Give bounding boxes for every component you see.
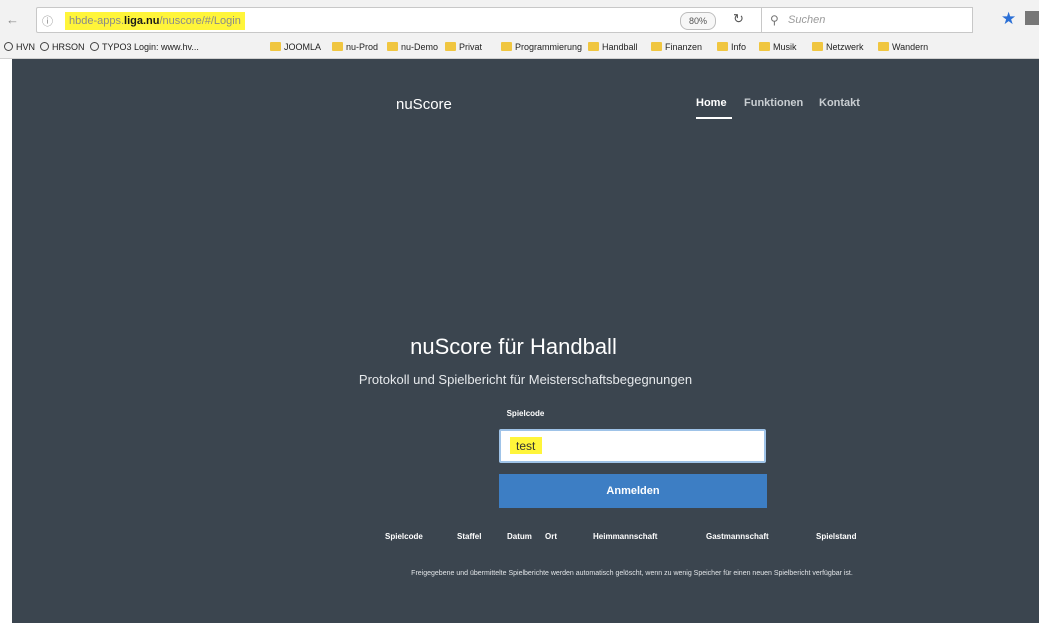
url-host: liga.nu — [124, 15, 160, 27]
back-arrow-icon[interactable]: ← — [6, 12, 19, 27]
column-staffel: Staffel — [457, 532, 482, 541]
search-box[interactable]: ⚲ Suchen — [761, 7, 973, 33]
bookmark-item[interactable]: JOOMLA — [270, 42, 321, 52]
hero-title-text: nuScore für Handball — [410, 334, 617, 359]
url-path: /nuscore/#/Login — [159, 15, 241, 27]
bookmark-item[interactable]: TYPO3 Login: www.hv... — [90, 42, 199, 52]
bookmark-label: TYPO3 Login: www.hv... — [102, 42, 199, 52]
column-gastmannschaft: Gastmannschaft — [706, 532, 769, 541]
bookmark-label: Musik — [773, 42, 797, 52]
spielcode-input[interactable] — [499, 429, 766, 463]
search-icon: ⚲ — [770, 13, 779, 27]
auto-delete-notice: Freigegebene und übermittelte Spielberic… — [411, 570, 853, 577]
bookmark-label: Netzwerk — [826, 42, 864, 52]
bookmark-item[interactable]: Musik — [759, 42, 797, 52]
folder-icon — [270, 42, 281, 51]
nav-home-link[interactable]: Home — [696, 97, 727, 109]
login-button[interactable]: Anmelden — [499, 474, 767, 508]
nav-active-underline — [696, 117, 732, 119]
folder-icon — [651, 42, 662, 51]
bookmark-item[interactable]: Finanzen — [651, 42, 702, 52]
folder-icon — [387, 42, 398, 51]
bookmark-item[interactable]: Info — [717, 42, 746, 52]
folder-icon — [812, 42, 823, 51]
bookmark-label: HVN — [16, 42, 36, 52]
bookmark-item[interactable]: nu-Prod — [332, 42, 378, 52]
zoom-level-badge[interactable]: 80% — [680, 12, 716, 30]
hero-title: nuScore für Handball — [0, 334, 1027, 360]
nav-funktionen-link[interactable]: Funktionen — [744, 97, 803, 109]
bookmark-item[interactable]: Wandern — [878, 42, 928, 52]
reload-icon[interactable]: ↻ — [733, 11, 744, 27]
column-spielcode: Spielcode — [385, 532, 423, 541]
library-icon[interactable] — [1025, 11, 1039, 25]
bookmark-item[interactable]: Programmierung — [501, 42, 582, 52]
info-icon[interactable]: ⓘ — [42, 13, 53, 29]
bookmark-label: Info — [731, 42, 747, 52]
bookmark-label: Finanzen — [665, 42, 703, 52]
bookmark-label: JOOMLA — [284, 42, 322, 52]
bookmarks-bar: HVN HRSON TYPO3 Login: www.hv... JOOMLA nu-P… — [0, 38, 1039, 59]
folder-icon — [501, 42, 512, 51]
browser-toolbar: ← ⓘ hbde-apps.liga.nu/nuscore/#/Login 80… — [0, 0, 1039, 38]
folder-icon — [332, 42, 343, 51]
bookmark-item[interactable]: HVN — [4, 42, 35, 52]
bookmark-star-icon[interactable]: ★ — [1001, 9, 1016, 29]
spielcode-label: Spielcode — [506, 409, 545, 418]
folder-icon — [588, 42, 599, 51]
bookmark-label: Handball — [602, 42, 638, 52]
bookmark-label: Programmierung — [515, 42, 583, 52]
bookmark-label: nu-Demo — [401, 42, 439, 52]
bookmark-label: Wandern — [892, 42, 929, 52]
bookmark-item[interactable]: Handball — [588, 42, 638, 52]
bookmark-item[interactable]: HRSON — [40, 42, 85, 52]
page-viewport: nuScore Home Funktionen Kontakt nuScore … — [0, 59, 1039, 623]
bookmark-item[interactable]: Netzwerk — [812, 42, 864, 52]
url-prefix: hbde-apps. — [69, 15, 125, 27]
column-spielstand: Spielstand — [816, 532, 857, 541]
folder-icon — [878, 42, 889, 51]
globe-icon — [90, 42, 99, 51]
column-datum: Datum — [507, 532, 532, 541]
search-placeholder: Suchen — [788, 14, 826, 26]
bookmark-label: HRSON — [52, 42, 85, 52]
globe-icon — [40, 42, 49, 51]
site-brand[interactable]: nuScore — [396, 96, 452, 113]
bookmark-item[interactable]: nu-Demo — [387, 42, 438, 52]
folder-icon — [717, 42, 728, 51]
bookmark-item[interactable]: Privat — [445, 42, 482, 52]
globe-icon — [4, 42, 13, 51]
folder-icon — [759, 42, 770, 51]
folder-icon — [445, 42, 456, 51]
column-ort: Ort — [545, 532, 557, 541]
bookmark-label: Privat — [459, 42, 483, 52]
nav-kontakt-link[interactable]: Kontakt — [819, 97, 860, 109]
browser-window: ← ⓘ hbde-apps.liga.nu/nuscore/#/Login 80… — [0, 0, 1039, 623]
column-heimmannschaft: Heimmannschaft — [593, 532, 658, 541]
hero-subtitle: Protokoll und Spielbericht für Meistersc… — [358, 372, 693, 387]
bookmark-label: nu-Prod — [346, 42, 379, 52]
nuscore-page: nuScore Home Funktionen Kontakt nuScore … — [12, 59, 1039, 623]
url-text[interactable]: hbde-apps.liga.nu/nuscore/#/Login — [65, 12, 245, 30]
